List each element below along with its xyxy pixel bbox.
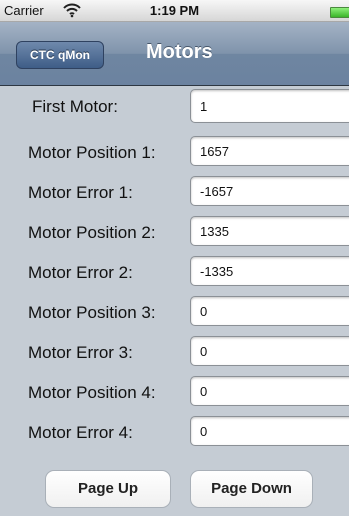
motor-error-1-label: Motor Error 1:	[28, 183, 133, 202]
clock: 1:19 PM	[149, 3, 200, 18]
motor-error-3-field[interactable]: 0	[190, 336, 349, 366]
motor-position-4-field[interactable]: 0	[190, 376, 349, 406]
battery-icon	[330, 7, 349, 18]
motors-form: First Motor: 1 Motor Position 1: 1657 Mo…	[0, 86, 349, 452]
first-motor-label: First Motor:	[32, 97, 118, 116]
motor-error-3-label: Motor Error 3:	[28, 343, 133, 362]
motor-error-1-row: Motor Error 1: -1657	[0, 172, 349, 212]
page-up-button[interactable]: Page Up	[45, 470, 171, 508]
first-motor-row: First Motor: 1	[0, 86, 349, 132]
motor-position-4-row: Motor Position 4: 0	[0, 372, 349, 412]
motor-error-4-field[interactable]: 0	[190, 416, 349, 446]
motor-position-3-label: Motor Position 3:	[28, 303, 156, 322]
status-bar: Carrier 1:19 PM	[0, 0, 349, 22]
motor-position-3-row: Motor Position 3: 0	[0, 292, 349, 332]
motor-position-3-field[interactable]: 0	[190, 296, 349, 326]
motor-position-2-row: Motor Position 2: 1335	[0, 212, 349, 252]
motor-error-1-field[interactable]: -1657	[190, 176, 349, 206]
pagination-buttons: Page Up Page Down	[0, 470, 349, 510]
motor-error-2-row: Motor Error 2: -1335	[0, 252, 349, 292]
motor-position-1-field[interactable]: 1657	[190, 136, 349, 166]
motor-position-4-label: Motor Position 4:	[28, 383, 156, 402]
motor-error-2-label: Motor Error 2:	[28, 263, 133, 282]
motor-position-2-field[interactable]: 1335	[190, 216, 349, 246]
motor-error-2-field[interactable]: -1335	[190, 256, 349, 286]
motor-position-2-label: Motor Position 2:	[28, 223, 156, 242]
page-down-button[interactable]: Page Down	[190, 470, 313, 508]
motor-position-1-label: Motor Position 1:	[28, 143, 156, 162]
motor-error-3-row: Motor Error 3: 0	[0, 332, 349, 372]
motor-error-4-label: Motor Error 4:	[28, 423, 133, 442]
navigation-bar: CTC qMon Motors	[0, 22, 349, 86]
first-motor-field[interactable]: 1	[190, 89, 349, 123]
motor-position-1-row: Motor Position 1: 1657	[0, 132, 349, 172]
motor-error-4-row: Motor Error 4: 0	[0, 412, 349, 452]
back-button[interactable]: CTC qMon	[16, 41, 104, 69]
page-title: Motors	[146, 41, 213, 63]
